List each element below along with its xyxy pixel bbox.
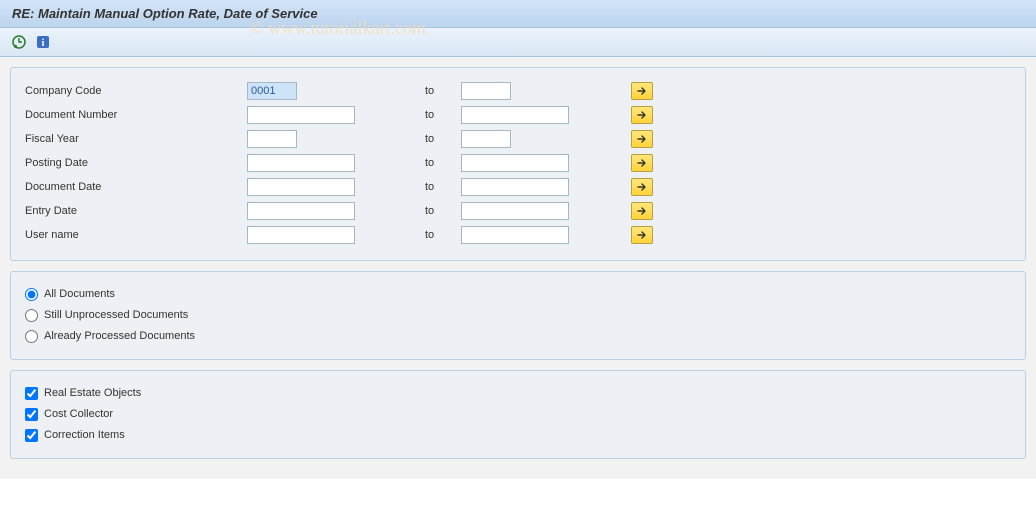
to-input[interactable] — [461, 130, 511, 148]
radio-label[interactable]: All Documents — [44, 288, 115, 300]
doc-filter-panel: All Documents Still Unprocessed Documents… — [10, 271, 1026, 360]
execute-icon — [12, 35, 26, 49]
radio-row: Still Unprocessed Documents — [25, 305, 1011, 325]
field-label: Posting Date — [25, 157, 247, 169]
multiple-selection-button[interactable] — [631, 82, 653, 100]
content-area: Company CodetoDocument NumbertoFiscal Ye… — [0, 57, 1036, 479]
selection-row: Company Code to — [25, 80, 1011, 102]
to-label: to — [425, 85, 461, 97]
radio-label[interactable]: Still Unprocessed Documents — [44, 309, 188, 321]
multiple-selection-button[interactable] — [631, 178, 653, 196]
from-input[interactable] — [247, 106, 355, 124]
arrow-right-icon — [637, 159, 647, 167]
doc-filter-radio[interactable] — [25, 288, 38, 301]
radio-row: All Documents — [25, 284, 1011, 304]
multiple-selection-button[interactable] — [631, 226, 653, 244]
info-button[interactable]: i — [32, 32, 54, 52]
to-input[interactable] — [461, 178, 569, 196]
selection-row: Fiscal Year to — [25, 128, 1011, 150]
multiple-selection-button[interactable] — [631, 202, 653, 220]
to-input[interactable] — [461, 106, 569, 124]
from-input[interactable] — [247, 130, 297, 148]
field-label: Document Date — [25, 181, 247, 193]
to-label: to — [425, 133, 461, 145]
from-input[interactable] — [247, 226, 355, 244]
selection-panel: Company CodetoDocument NumbertoFiscal Ye… — [10, 67, 1026, 261]
info-icon: i — [36, 35, 50, 49]
arrow-right-icon — [637, 87, 647, 95]
selection-row: Document Number to — [25, 104, 1011, 126]
multiple-selection-button[interactable] — [631, 154, 653, 172]
to-label: to — [425, 157, 461, 169]
from-input[interactable] — [247, 178, 355, 196]
arrow-right-icon — [637, 135, 647, 143]
to-label: to — [425, 109, 461, 121]
to-label: to — [425, 229, 461, 241]
selection-row: Posting Date to — [25, 152, 1011, 174]
selection-row: Entry Date to — [25, 200, 1011, 222]
toolbar: i © www.tutorialkart.com — [0, 28, 1036, 57]
from-input[interactable] — [247, 202, 355, 220]
to-label: to — [425, 181, 461, 193]
to-input[interactable] — [461, 202, 569, 220]
selection-row: Document Date to — [25, 176, 1011, 198]
to-input[interactable] — [461, 154, 569, 172]
object-type-checkbox[interactable] — [25, 387, 38, 400]
doc-filter-radio[interactable] — [25, 309, 38, 322]
to-input[interactable] — [461, 226, 569, 244]
to-label: to — [425, 205, 461, 217]
field-label: Fiscal Year — [25, 133, 247, 145]
field-label: Document Number — [25, 109, 247, 121]
field-label: Entry Date — [25, 205, 247, 217]
check-row: Cost Collector — [25, 404, 1011, 424]
checkbox-label[interactable]: Correction Items — [44, 429, 125, 441]
check-row: Correction Items — [25, 425, 1011, 445]
multiple-selection-button[interactable] — [631, 106, 653, 124]
field-label: User name — [25, 229, 247, 241]
title-bar: RE: Maintain Manual Option Rate, Date of… — [0, 0, 1036, 28]
arrow-right-icon — [637, 111, 647, 119]
object-types-panel: Real Estate Objects Cost Collector Correct… — [10, 370, 1026, 459]
to-input[interactable] — [461, 82, 511, 100]
arrow-right-icon — [637, 231, 647, 239]
check-row: Real Estate Objects — [25, 383, 1011, 403]
field-label: Company Code — [25, 85, 247, 97]
page-title: RE: Maintain Manual Option Rate, Date of… — [12, 6, 318, 21]
object-type-checkbox[interactable] — [25, 408, 38, 421]
from-input[interactable] — [247, 154, 355, 172]
object-type-checkbox[interactable] — [25, 429, 38, 442]
execute-button[interactable] — [8, 32, 30, 52]
svg-text:i: i — [42, 38, 45, 49]
arrow-right-icon — [637, 183, 647, 191]
radio-label[interactable]: Already Processed Documents — [44, 330, 195, 342]
from-input[interactable] — [247, 82, 297, 100]
checkbox-label[interactable]: Real Estate Objects — [44, 387, 141, 399]
selection-row: User name to — [25, 224, 1011, 246]
arrow-right-icon — [637, 207, 647, 215]
doc-filter-radio[interactable] — [25, 330, 38, 343]
radio-row: Already Processed Documents — [25, 326, 1011, 346]
multiple-selection-button[interactable] — [631, 130, 653, 148]
checkbox-label[interactable]: Cost Collector — [44, 408, 113, 420]
